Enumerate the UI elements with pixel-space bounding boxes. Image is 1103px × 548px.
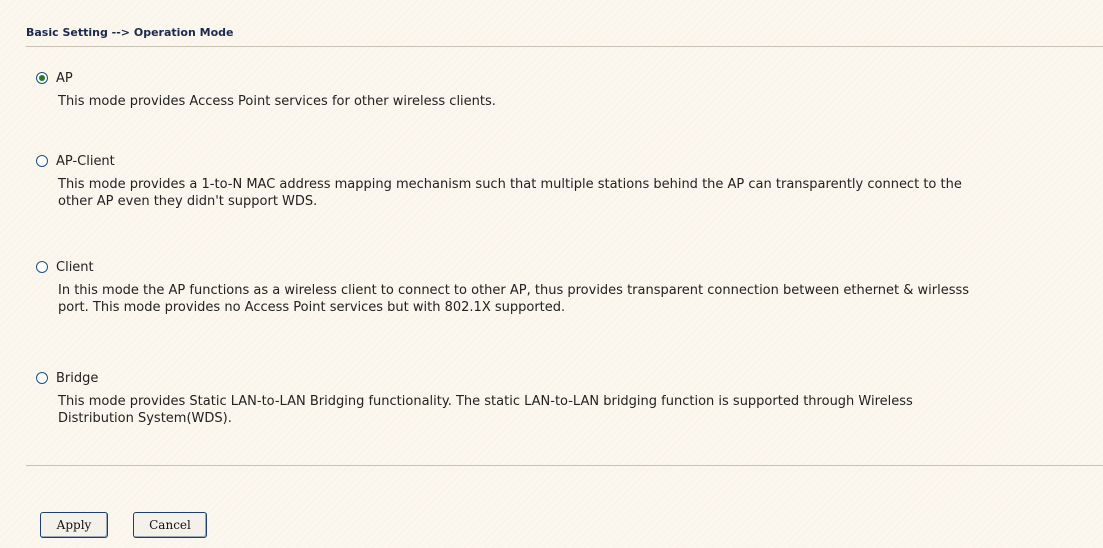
radio-bridge[interactable] [36,372,48,384]
radio-selected-dot [39,75,45,81]
cancel-button[interactable]: Cancel [133,512,207,538]
mode-label-bridge[interactable]: Bridge [56,371,98,386]
mode-description-ap: This mode provides Access Point services… [58,94,496,109]
radio-ap-client[interactable] [36,155,48,167]
header-divider [26,46,1103,47]
mode-option-bridge: Bridge This mode provides Static LAN-to-… [36,370,988,427]
mode-option-ap: AP This mode provides Access Point servi… [36,70,988,110]
mode-label-ap-client[interactable]: AP-Client [56,154,115,169]
footer-divider [26,465,1103,466]
apply-button[interactable]: Apply [40,512,108,538]
mode-label-ap[interactable]: AP [56,71,73,86]
mode-description-client: In this mode the AP functions as a wirel… [58,283,970,315]
mode-option-ap-client: AP-Client This mode provides a 1-to-N MA… [36,153,988,210]
mode-description-bridge: This mode provides Static LAN-to-LAN Bri… [58,394,913,426]
breadcrumb: Basic Setting --> Operation Mode [26,26,234,39]
mode-description-ap-client: This mode provides a 1-to-N MAC address … [58,177,962,209]
radio-client[interactable] [36,261,48,273]
mode-label-client[interactable]: Client [56,260,94,275]
radio-ap[interactable] [36,72,48,84]
mode-option-client: Client In this mode the AP functions as … [36,259,988,316]
